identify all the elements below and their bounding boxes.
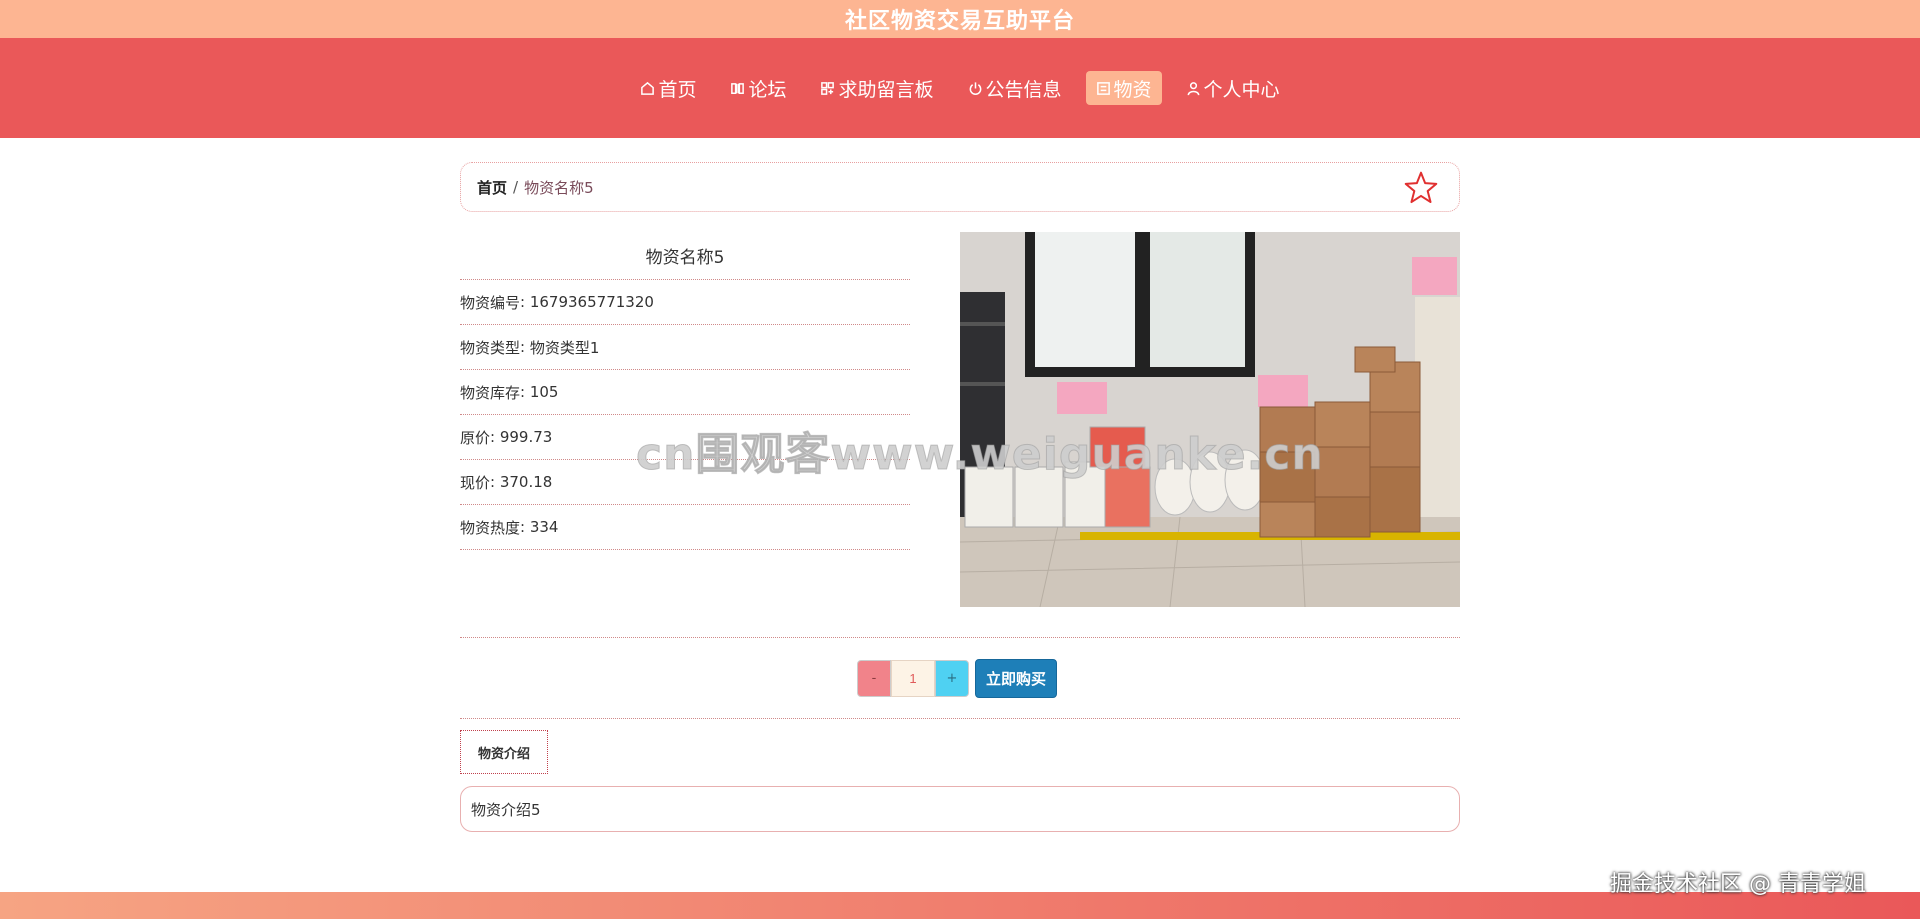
nav-item-label: 论坛 xyxy=(748,78,787,101)
product-name: 物资名称5 xyxy=(460,232,910,280)
decrease-quantity-button[interactable]: - xyxy=(857,659,891,697)
field-row-code: 物资编号: 1679365771320 xyxy=(460,280,910,325)
product-info: 物资名称5 物资编号: 1679365771320 物资类型: 物资类型1 物资… xyxy=(460,232,910,550)
product-description: 物资介绍5 xyxy=(460,786,1460,832)
home-icon xyxy=(641,81,655,95)
box-icon xyxy=(1096,81,1110,95)
breadcrumb: 首页 / 物资名称5 xyxy=(460,162,1460,212)
field-row-popularity: 物资热度: 334 xyxy=(460,505,910,550)
breadcrumb-home-link[interactable]: 首页 xyxy=(477,177,507,198)
nav-item-label: 个人中心 xyxy=(1203,78,1280,101)
nav-item-supplies[interactable]: 物资 xyxy=(1085,71,1162,105)
grid-icon xyxy=(821,81,835,95)
nav-item-forum[interactable]: 论坛 xyxy=(720,71,796,105)
site-title: 社区物资交易互助平台 xyxy=(844,9,1075,34)
nav-item-label: 求助留言板 xyxy=(838,78,934,101)
nav-item-label: 公告信息 xyxy=(985,78,1062,101)
field-row-type: 物资类型: 物资类型1 xyxy=(460,325,910,370)
star-icon[interactable] xyxy=(1403,170,1439,206)
tab-product-intro[interactable]: 物资介绍 xyxy=(460,730,548,774)
buy-now-button[interactable]: 立即购买 xyxy=(975,658,1058,698)
nav-item-home[interactable]: 首页 xyxy=(630,71,706,105)
purchase-controls: - + 立即购买 xyxy=(857,658,1058,698)
top-header: 社区物资交易互助平台 xyxy=(0,0,1920,38)
increase-quantity-button[interactable]: + xyxy=(935,659,969,697)
nav-item-label: 物资 xyxy=(1113,78,1152,101)
breadcrumb-current: 物资名称5 xyxy=(524,178,594,197)
power-icon xyxy=(969,81,981,95)
corner-watermark: 掘金技术社区 @ 青青学姐 xyxy=(1610,872,1866,897)
breadcrumb-separator: / xyxy=(513,178,519,196)
main-nav: 首页 论坛 求助留言板 公告信息 物资 个人中心 xyxy=(0,38,1920,138)
book-icon xyxy=(731,82,745,94)
watermark-overlay: cn围观客www.weiguanke.cn xyxy=(636,429,1324,481)
nav-item-announcements[interactable]: 公告信息 xyxy=(958,71,1072,105)
user-icon xyxy=(1187,81,1199,95)
divider xyxy=(460,637,1460,638)
quantity-input[interactable] xyxy=(891,659,935,697)
nav-item-profile[interactable]: 个人中心 xyxy=(1176,71,1290,105)
divider xyxy=(460,718,1460,719)
nav-item-label: 首页 xyxy=(658,78,697,101)
nav-item-help-board[interactable]: 求助留言板 xyxy=(810,71,943,105)
field-row-stock: 物资库存: 105 xyxy=(460,370,910,415)
